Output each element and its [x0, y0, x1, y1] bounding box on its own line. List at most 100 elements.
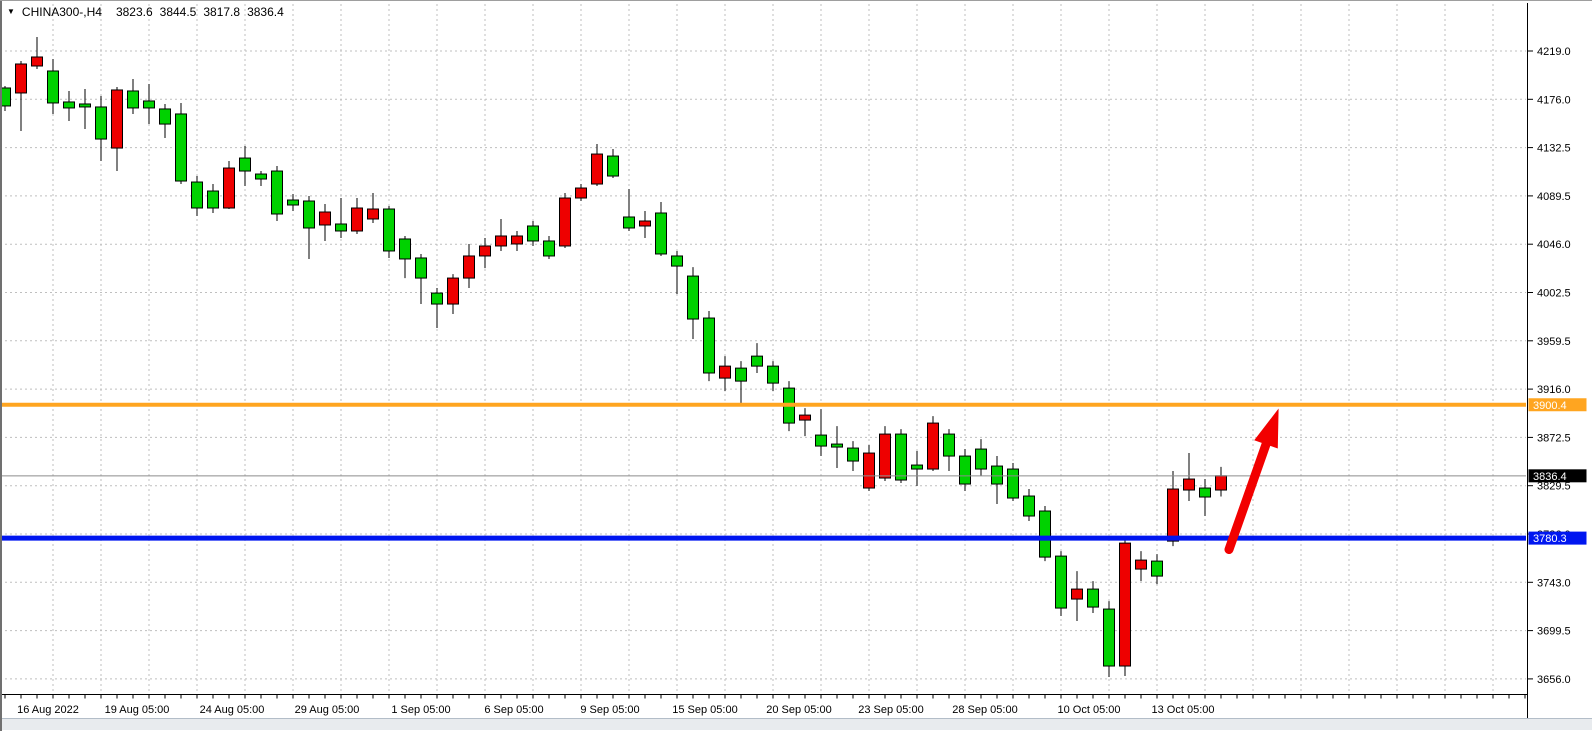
- svg-text:3836.4: 3836.4: [1533, 471, 1567, 483]
- candle-up: [640, 211, 651, 238]
- candle-up: [928, 416, 939, 471]
- candle-down: [208, 184, 219, 213]
- y-axis-label: 3959.5: [1537, 336, 1571, 348]
- candle-down: [528, 221, 539, 246]
- candle-down: [384, 206, 395, 258]
- resistance-price-badge: 3900.4: [1529, 398, 1587, 412]
- x-axis-label: 20 Sep 05:00: [766, 704, 831, 716]
- x-axis-label: 19 Aug 05:00: [105, 704, 170, 716]
- candle-up: [1184, 453, 1195, 501]
- time-axis[interactable]: 16 Aug 202219 Aug 05:0024 Aug 05:0029 Au…: [2, 695, 1528, 717]
- candle-down: [976, 439, 987, 476]
- y-axis-label: 4046.0: [1537, 239, 1571, 251]
- candle-down: [688, 267, 699, 339]
- candle-down: [1056, 551, 1067, 616]
- candle-up: [576, 184, 587, 201]
- support-price-badge: 3780.3: [1529, 532, 1587, 546]
- y-axis-label: 3656.0: [1537, 674, 1571, 686]
- svg-text:3900.4: 3900.4: [1533, 400, 1567, 412]
- candles: [0, 37, 1227, 677]
- candle-up: [512, 231, 523, 251]
- candle-up: [368, 193, 379, 223]
- y-axis-label: 3872.5: [1537, 432, 1571, 444]
- x-axis-label: 1 Sep 05:00: [391, 704, 450, 716]
- candle-up: [480, 238, 491, 268]
- candle-down: [288, 194, 299, 211]
- candle-up: [1072, 571, 1083, 621]
- y-axis-label: 4176.0: [1537, 94, 1571, 106]
- candle-up: [720, 356, 731, 391]
- candle-up: [880, 426, 891, 481]
- candle-down: [64, 91, 75, 121]
- candle-down: [176, 103, 187, 184]
- candle-down: [912, 451, 923, 486]
- candle-down: [736, 361, 747, 406]
- chart-window[interactable]: 4219.04176.04132.54089.54046.04002.53959…: [0, 1, 1592, 731]
- candle-up: [448, 274, 459, 314]
- price-axis[interactable]: 4219.04176.04132.54089.54046.04002.53959…: [1527, 3, 1571, 720]
- x-axis-label: 6 Sep 05:00: [484, 704, 543, 716]
- candle-down: [960, 449, 971, 491]
- y-axis-label: 3916.0: [1537, 384, 1571, 396]
- candle-down: [752, 343, 763, 373]
- candle-down: [416, 254, 427, 304]
- candle-down: [1104, 601, 1115, 677]
- symbol-dropdown-icon[interactable]: ▼: [7, 6, 15, 18]
- x-axis-label: 10 Oct 05:00: [1058, 704, 1121, 716]
- candle-down: [240, 146, 251, 186]
- candle-up: [864, 445, 875, 491]
- y-axis-label: 3699.5: [1537, 626, 1571, 638]
- candle-down: [1088, 581, 1099, 613]
- y-axis-label: 4132.5: [1537, 143, 1571, 155]
- x-axis-label: 13 Oct 05:00: [1152, 704, 1215, 716]
- candle-down: [1008, 463, 1019, 501]
- candle-down: [992, 456, 1003, 504]
- candle-down: [336, 198, 347, 238]
- x-axis-label: 15 Sep 05:00: [672, 704, 737, 716]
- candle-up: [800, 408, 811, 436]
- candle-down: [432, 288, 443, 328]
- candle-up: [496, 219, 507, 251]
- ohlc-close: 3836.4: [247, 5, 284, 19]
- y-axis-label: 4089.5: [1537, 191, 1571, 203]
- candle-up: [1120, 538, 1131, 676]
- candle-up: [1136, 551, 1147, 581]
- up-arrow-annotation[interactable]: [1229, 409, 1279, 550]
- candle-up: [1168, 471, 1179, 546]
- candle-down: [256, 171, 267, 186]
- candle-up: [1216, 467, 1227, 497]
- candle-up: [464, 244, 475, 288]
- candle-down: [944, 429, 955, 471]
- x-axis-label: 28 Sep 05:00: [952, 704, 1017, 716]
- chart-header: ▼ CHINA300-,H4 3823.6 3844.5 3817.8 3836…: [7, 5, 291, 19]
- candle-down: [48, 59, 59, 114]
- ohlc-low: 3817.8: [203, 5, 240, 19]
- y-axis-label: 3743.0: [1537, 577, 1571, 589]
- chart-canvas[interactable]: 4219.04176.04132.54089.54046.04002.53959…: [0, 1, 1592, 731]
- last-price-price-badge: 3836.4: [1529, 469, 1587, 483]
- candle-down: [848, 441, 859, 471]
- candle-up: [320, 204, 331, 241]
- x-axis-label: 29 Aug 05:00: [295, 704, 360, 716]
- candle-down: [160, 104, 171, 138]
- candle-down: [768, 361, 779, 391]
- symbol-timeframe-label: CHINA300-,H4: [22, 5, 102, 19]
- candle-down: [896, 429, 907, 483]
- candle-up: [112, 87, 123, 171]
- svg-text:3780.3: 3780.3: [1533, 533, 1567, 545]
- candle-down: [1152, 554, 1163, 584]
- x-axis-label: 23 Sep 05:00: [858, 704, 923, 716]
- candle-down: [832, 426, 843, 468]
- candle-up: [32, 37, 43, 69]
- candle-down: [272, 166, 283, 221]
- candle-up: [560, 193, 571, 248]
- candle-down: [1040, 506, 1051, 561]
- candle-down: [608, 149, 619, 178]
- y-axis-label: 4002.5: [1537, 288, 1571, 300]
- candle-down: [624, 189, 635, 231]
- x-axis-label: 9 Sep 05:00: [580, 704, 639, 716]
- candle-down: [304, 196, 315, 259]
- candle-down: [80, 89, 91, 129]
- candle-down: [400, 236, 411, 278]
- candle-down: [816, 409, 827, 456]
